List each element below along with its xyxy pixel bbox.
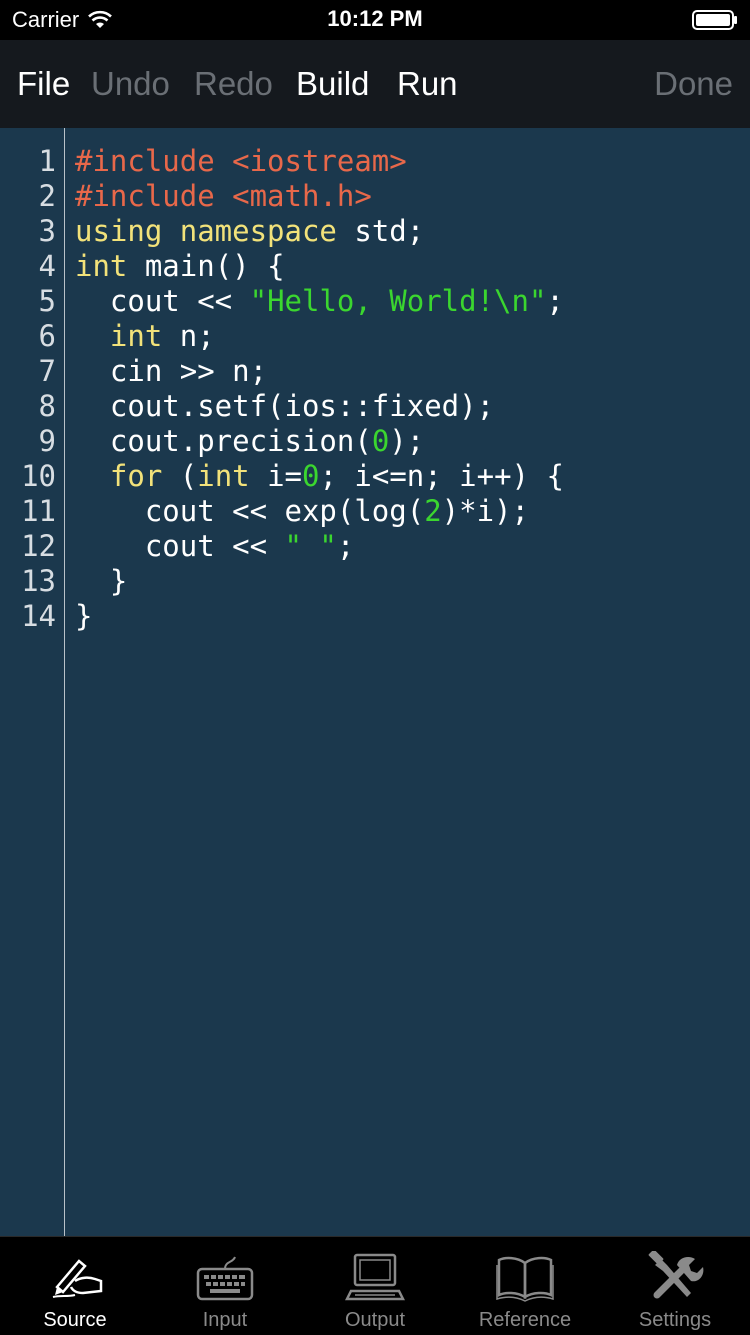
line-number: 11 bbox=[21, 494, 56, 528]
code-line[interactable]: #include <math.h> bbox=[75, 179, 564, 214]
code-token: std; bbox=[336, 214, 425, 248]
code-editor[interactable]: 1 2 3 4 5 6 7 8 9 10 11 12 13 14 #include <iostream> #… bbox=[0, 128, 750, 1236]
code-token: cout << bbox=[75, 284, 250, 318]
tab-label: Output bbox=[344, 1309, 406, 1331]
code-token: n; bbox=[162, 319, 215, 353]
tab-source[interactable]: Source bbox=[0, 1237, 150, 1335]
code-token: 0 bbox=[371, 424, 390, 458]
code-line[interactable]: int n; bbox=[75, 319, 564, 354]
code-token: " " bbox=[284, 529, 337, 563]
tab-label: Source bbox=[43, 1309, 107, 1331]
code-token: cout << exp(log( bbox=[75, 494, 425, 528]
code-token: ; bbox=[336, 529, 355, 563]
code-token: ( bbox=[162, 459, 198, 493]
run-button[interactable]: Run bbox=[397, 64, 458, 104]
tab-label: Settings bbox=[638, 1309, 712, 1331]
keyboard-icon bbox=[196, 1256, 254, 1301]
code-line[interactable]: cout << exp(log(2)*i); bbox=[75, 494, 564, 529]
code-token: int bbox=[75, 249, 128, 283]
undo-button[interactable]: Undo bbox=[91, 64, 170, 104]
code-line[interactable]: cout << " "; bbox=[75, 529, 564, 564]
status-time: 10:12 PM bbox=[327, 6, 423, 31]
code-token: int bbox=[197, 459, 250, 493]
code-token: "Hello, World!\n" bbox=[249, 284, 547, 318]
code-token: ; bbox=[546, 284, 564, 318]
tab-output[interactable]: Output bbox=[300, 1237, 450, 1335]
line-number: 4 bbox=[38, 249, 56, 283]
code-token: 0 bbox=[302, 459, 320, 493]
code-line[interactable]: int main() { bbox=[75, 249, 564, 284]
code-token: cout.precision( bbox=[75, 424, 372, 458]
code-line[interactable]: for (int i=0; i<=n; i++) { bbox=[75, 459, 564, 494]
code-line[interactable]: using namespace std; bbox=[75, 214, 564, 249]
line-number: 1 bbox=[38, 144, 56, 178]
code-token: } bbox=[75, 599, 93, 633]
code-token: cout.setf(ios::fixed); bbox=[75, 389, 495, 423]
tab-reference[interactable]: Reference bbox=[450, 1237, 600, 1335]
battery-icon bbox=[692, 10, 737, 30]
build-button[interactable]: Build bbox=[296, 64, 369, 104]
code-token: using namespace bbox=[75, 214, 337, 248]
code-token: cout << bbox=[75, 529, 285, 563]
code-token: main() { bbox=[127, 249, 285, 283]
gutter-divider bbox=[64, 128, 65, 1236]
tab-label: Reference bbox=[478, 1309, 572, 1331]
code-token: #include <iostream> bbox=[75, 144, 407, 178]
line-number: 12 bbox=[21, 529, 56, 563]
line-number: 13 bbox=[21, 564, 56, 598]
line-number: 2 bbox=[38, 179, 56, 213]
file-button[interactable]: File bbox=[17, 64, 70, 104]
code-token: )*i); bbox=[441, 494, 529, 528]
code-line[interactable]: cin >> n; bbox=[75, 354, 564, 389]
tab-settings[interactable]: Settings bbox=[600, 1237, 750, 1335]
code-token: 2 bbox=[424, 494, 442, 528]
code-token: ); bbox=[389, 424, 425, 458]
line-number: 6 bbox=[38, 319, 56, 353]
code-token: for bbox=[109, 459, 163, 493]
done-button[interactable]: Done bbox=[654, 64, 733, 104]
tab-bar: Source Input Output Reference Settings bbox=[0, 1236, 750, 1335]
code-token: } bbox=[75, 564, 128, 598]
code-line[interactable]: } bbox=[75, 599, 564, 634]
tab-input[interactable]: Input bbox=[150, 1237, 300, 1335]
code-line[interactable]: cout << "Hello, World!\n"; bbox=[75, 284, 564, 319]
line-numbers: 1 2 3 4 5 6 7 8 9 10 11 12 13 14 bbox=[0, 144, 56, 634]
line-number: 10 bbox=[21, 459, 56, 493]
tools-icon bbox=[648, 1251, 704, 1299]
source-code[interactable]: #include <iostream> #include <math.h> usin… bbox=[75, 144, 564, 634]
status-bar: Carrier 10:12 PM bbox=[0, 0, 750, 40]
code-token: ; i<=n; i++) { bbox=[319, 459, 564, 493]
code-line[interactable]: } bbox=[75, 564, 564, 599]
line-number: 3 bbox=[38, 214, 56, 248]
editor-toolbar: File Undo Redo Build Run Done bbox=[0, 40, 750, 128]
line-number: 9 bbox=[38, 424, 56, 458]
code-line[interactable]: cout.setf(ios::fixed); bbox=[75, 389, 564, 424]
redo-button[interactable]: Redo bbox=[194, 64, 273, 104]
line-number: 7 bbox=[38, 354, 56, 388]
code-line[interactable]: #include <iostream> bbox=[75, 144, 564, 179]
computer-icon bbox=[345, 1253, 405, 1301]
code-token: i= bbox=[249, 459, 303, 493]
line-number: 8 bbox=[38, 389, 56, 423]
book-icon bbox=[496, 1256, 554, 1302]
line-number: 5 bbox=[38, 284, 56, 318]
code-token: int bbox=[109, 319, 163, 353]
line-number: 14 bbox=[21, 599, 56, 633]
code-token: #include <math.h> bbox=[75, 179, 372, 213]
pen-hand-icon bbox=[52, 1259, 103, 1298]
code-line[interactable]: cout.precision(0); bbox=[75, 424, 564, 459]
tab-label: Input bbox=[202, 1309, 248, 1331]
code-token: cin >> n; bbox=[75, 354, 268, 388]
